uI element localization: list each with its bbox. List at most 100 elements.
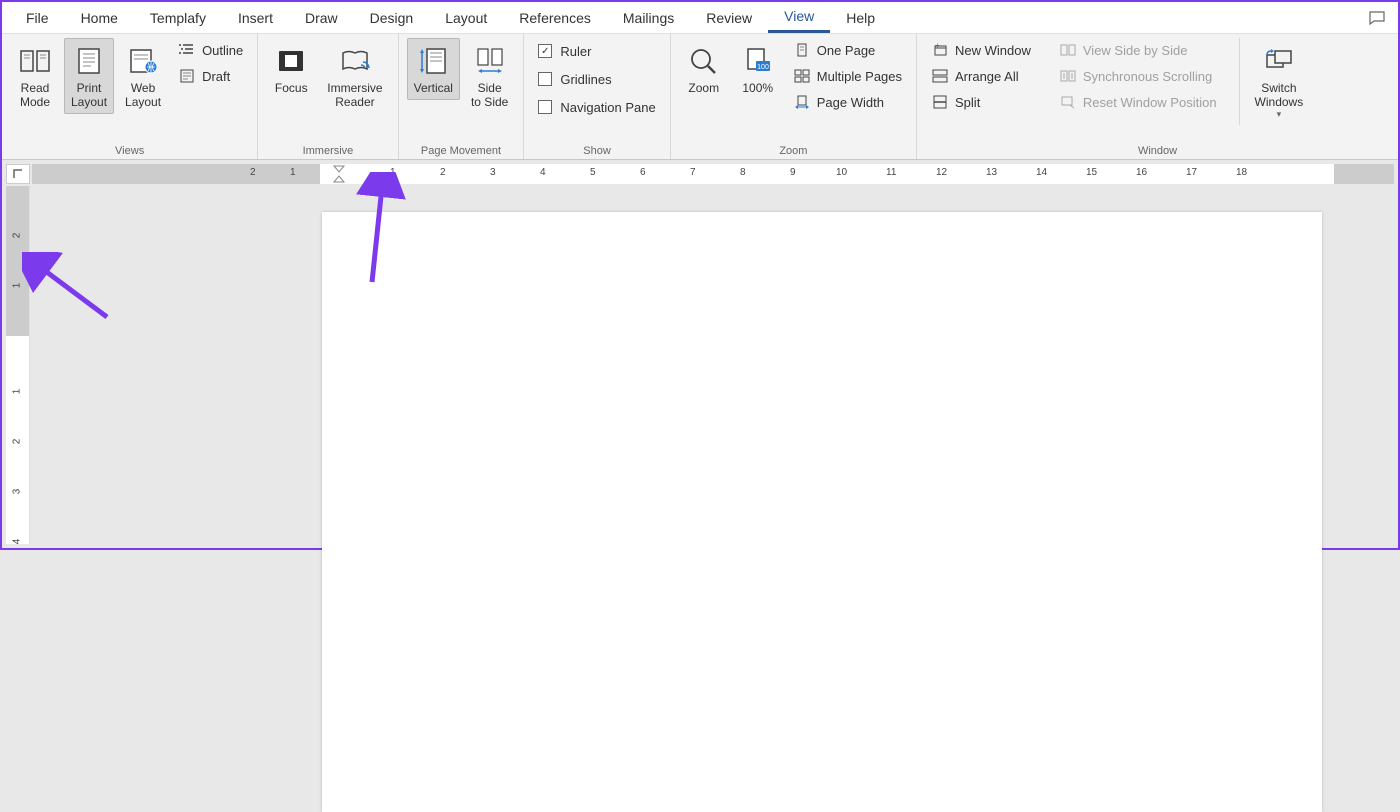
web-layout-button[interactable]: WebLayout — [118, 38, 168, 114]
tab-design[interactable]: Design — [354, 4, 430, 32]
immersive-reader-button[interactable]: ImmersiveReader — [320, 38, 389, 114]
side-to-side-label: Sideto Side — [471, 81, 508, 109]
group-immersive-label: Immersive — [266, 143, 389, 157]
multiple-pages-label: Multiple Pages — [817, 69, 902, 84]
tab-insert[interactable]: Insert — [222, 4, 289, 32]
checkbox-icon: ✓ — [538, 44, 552, 58]
tab-home[interactable]: Home — [65, 4, 134, 32]
zoom-button[interactable]: Zoom — [679, 38, 729, 100]
group-page-movement-label: Page Movement — [407, 143, 516, 157]
navigation-pane-label: Navigation Pane — [560, 100, 655, 115]
reset-window-position-label: Reset Window Position — [1083, 95, 1217, 110]
navigation-pane-checkbox[interactable]: Navigation Pane — [532, 94, 661, 120]
zoom-label: Zoom — [688, 81, 719, 95]
group-views-label: Views — [10, 143, 249, 157]
switch-windows-button[interactable]: SwitchWindows ▾ — [1248, 38, 1311, 125]
tab-references[interactable]: References — [503, 4, 607, 32]
web-layout-label: WebLayout — [125, 81, 161, 109]
split-button[interactable]: Split — [925, 90, 1037, 114]
h-ruler-tick: 2 — [440, 167, 446, 178]
tab-mailings[interactable]: Mailings — [607, 4, 690, 32]
one-page-icon — [793, 41, 811, 59]
view-side-by-side-button[interactable]: View Side by Side — [1053, 38, 1223, 62]
group-window: + New Window Arrange All Split — [917, 34, 1398, 159]
tab-review[interactable]: Review — [690, 4, 768, 32]
svg-text:+: + — [935, 43, 940, 50]
h-ruler-tick: 6 — [640, 167, 646, 178]
tab-templafy[interactable]: Templafy — [134, 4, 222, 32]
one-page-label: One Page — [817, 43, 876, 58]
ruler-corner[interactable] — [6, 164, 30, 184]
side-to-side-icon — [472, 43, 508, 79]
h-ruler-tick: 12 — [936, 167, 947, 178]
h-ruler-tick: 17 — [1186, 167, 1197, 178]
draft-button[interactable]: Draft — [172, 64, 249, 88]
group-show: ✓ Ruler Gridlines Navigation Pane Show — [524, 34, 670, 159]
vertical-ruler[interactable]: 2 1 1 2 3 4 — [6, 186, 30, 544]
h-ruler-tick: 3 — [490, 167, 496, 178]
page-width-label: Page Width — [817, 95, 884, 110]
gridlines-checkbox[interactable]: Gridlines — [532, 66, 661, 92]
hundred-percent-button[interactable]: 100 100% — [733, 38, 783, 100]
tab-file[interactable]: File — [10, 4, 65, 32]
focus-button[interactable]: Focus — [266, 38, 316, 100]
synchronous-scrolling-button[interactable]: Synchronous Scrolling — [1053, 64, 1223, 88]
reset-window-position-button[interactable]: Reset Window Position — [1053, 90, 1223, 114]
tab-help[interactable]: Help — [830, 4, 891, 32]
outline-icon — [178, 41, 196, 59]
group-zoom: Zoom 100 100% One Page — [671, 34, 917, 159]
h-ruler-tick: 11 — [886, 167, 896, 178]
synchronous-scrolling-icon — [1059, 67, 1077, 85]
v-ruler-tick: 1 — [11, 389, 22, 395]
ruler-checkbox[interactable]: ✓ Ruler — [532, 38, 661, 64]
document-page[interactable] — [322, 212, 1322, 812]
arrange-all-label: Arrange All — [955, 69, 1019, 84]
group-show-label: Show — [532, 143, 661, 157]
one-page-button[interactable]: One Page — [787, 38, 908, 62]
read-mode-button[interactable]: ReadMode — [10, 38, 60, 114]
h-ruler-tick: 7 — [690, 167, 696, 178]
print-layout-button[interactable]: PrintLayout — [64, 38, 114, 114]
h-ruler-tick: 2 — [250, 167, 256, 178]
multiple-pages-button[interactable]: Multiple Pages — [787, 64, 908, 88]
group-immersive: Focus ImmersiveReader Immersive — [258, 34, 398, 159]
new-window-label: New Window — [955, 43, 1031, 58]
indent-marker-icon[interactable] — [332, 164, 346, 184]
tab-view[interactable]: View — [768, 2, 830, 33]
hundred-percent-label: 100% — [742, 81, 773, 95]
h-ruler-tick: 1 — [390, 167, 396, 178]
reset-window-position-icon — [1059, 93, 1077, 111]
new-window-button[interactable]: + New Window — [925, 38, 1037, 62]
h-ruler-tick: 15 — [1086, 167, 1097, 178]
immersive-reader-label: ImmersiveReader — [327, 81, 382, 109]
group-views: ReadMode PrintLayout WebLayout — [2, 34, 258, 159]
side-to-side-button[interactable]: Sideto Side — [464, 38, 515, 114]
h-ruler-tick: 18 — [1236, 167, 1247, 178]
arrange-all-icon — [931, 67, 949, 85]
comments-icon[interactable] — [1364, 6, 1390, 30]
switch-windows-label: SwitchWindows — [1255, 81, 1304, 109]
print-layout-icon — [71, 43, 107, 79]
document-area[interactable] — [32, 186, 1394, 544]
arrange-all-button[interactable]: Arrange All — [925, 64, 1037, 88]
horizontal-ruler[interactable]: 2 1 1 2 3 4 5 6 7 8 9 10 11 12 13 14 15 … — [32, 164, 1394, 184]
page-width-button[interactable]: Page Width — [787, 90, 908, 114]
v-ruler-tick: 1 — [11, 283, 22, 289]
split-label: Split — [955, 95, 980, 110]
vertical-label: Vertical — [414, 81, 453, 95]
tab-draw[interactable]: Draw — [289, 4, 354, 32]
h-ruler-tick: 1 — [290, 167, 296, 178]
view-side-by-side-icon — [1059, 41, 1077, 59]
vertical-button[interactable]: Vertical — [407, 38, 460, 100]
checkbox-icon — [538, 100, 552, 114]
outline-label: Outline — [202, 43, 243, 58]
v-ruler-tick: 2 — [11, 439, 22, 445]
hundred-percent-icon: 100 — [740, 43, 776, 79]
outline-button[interactable]: Outline — [172, 38, 249, 62]
web-layout-icon — [125, 43, 161, 79]
h-ruler-tick: 5 — [590, 167, 596, 178]
synchronous-scrolling-label: Synchronous Scrolling — [1083, 69, 1212, 84]
read-mode-icon — [17, 43, 53, 79]
svg-text:100: 100 — [757, 64, 769, 71]
tab-layout[interactable]: Layout — [429, 4, 503, 32]
